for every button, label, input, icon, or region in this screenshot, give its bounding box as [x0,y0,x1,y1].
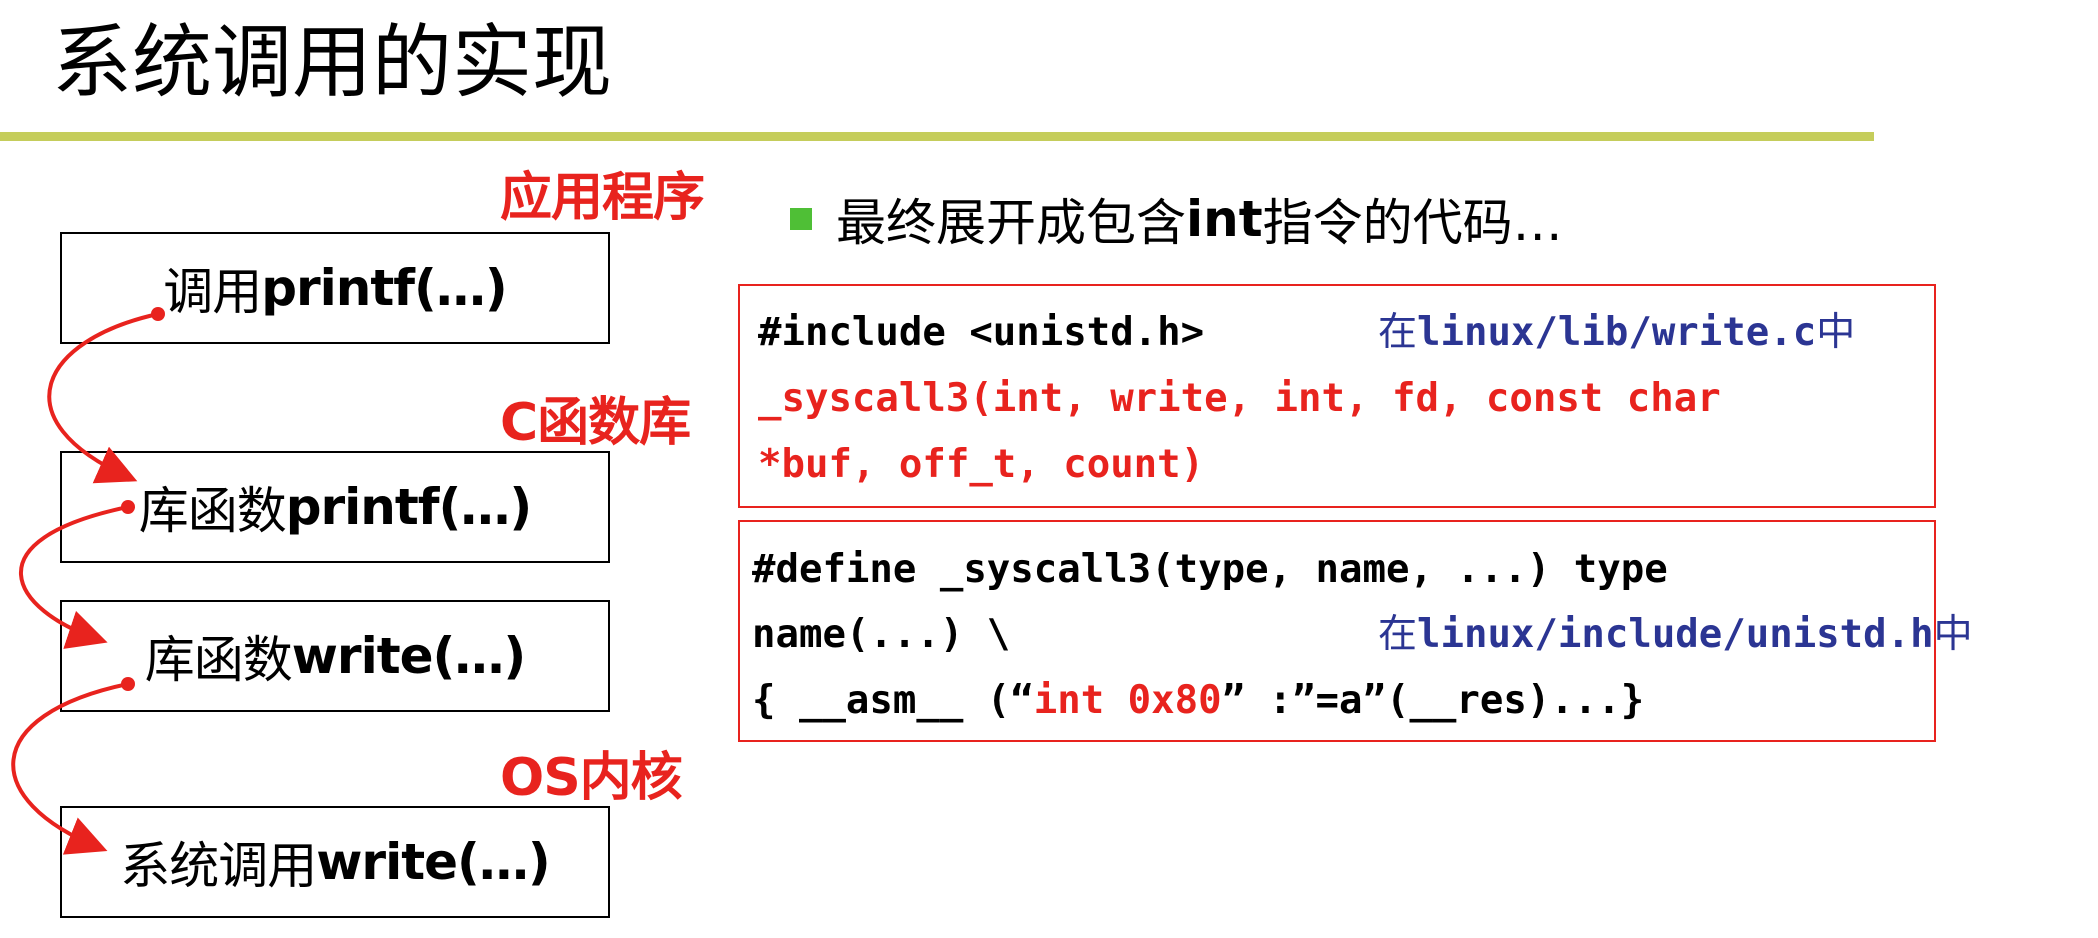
arrow-origin-dot-3 [121,677,135,691]
code1-note-post: 中 [1816,310,1856,355]
code2-note-pre: 在 [1378,612,1418,657]
code2-line3-int: int 0x80 [1033,678,1222,723]
arrow-lib-printf-to-lib-write [19,505,129,649]
bullet-keyword: int [1186,190,1263,248]
code1-note-pre: 在 [1378,310,1418,355]
code2-line3-a: { __asm__ (“ [752,678,1034,723]
code2-line3-c: ” :”=a”(__res)...} [1221,678,1645,723]
code2-location-note: 在linux/include/unistd.h中 [1378,602,1973,668]
arrow-app-to-lib-printf [47,312,159,484]
bullet-square-icon [790,208,812,230]
bullet-line: 最终展开成包含 int 指令的代码… [790,184,1563,254]
arrow-origin-dot-1 [151,307,165,321]
code2-line3: { __asm__ (“int 0x80” :”=a”(__res)...} [752,668,1644,734]
code2-note-path: linux/include/unistd.h [1417,612,1934,657]
code1-note-path: linux/lib/write.c [1417,310,1817,355]
arrow-origin-dot-2 [121,500,135,514]
code1-location-note: 在linux/lib/write.c中 [1378,300,1855,366]
code2-line1: #define _syscall3(type, name, ...) type [752,547,1668,592]
code1-line2: _syscall3(int, write, int, fd, const cha… [758,376,1721,421]
code2-line2: name(...) \ [752,612,1011,657]
bullet-text-pre: 最终展开成包含 [836,194,1186,252]
arrow-lib-write-to-syscall [11,682,129,855]
code1-include: #include <unistd.h> [758,310,1205,355]
code2-note-post: 中 [1933,612,1973,657]
bullet-text-post: 指令的代码… [1262,194,1563,252]
code1-line3: *buf, off_t, count) [758,442,1205,487]
